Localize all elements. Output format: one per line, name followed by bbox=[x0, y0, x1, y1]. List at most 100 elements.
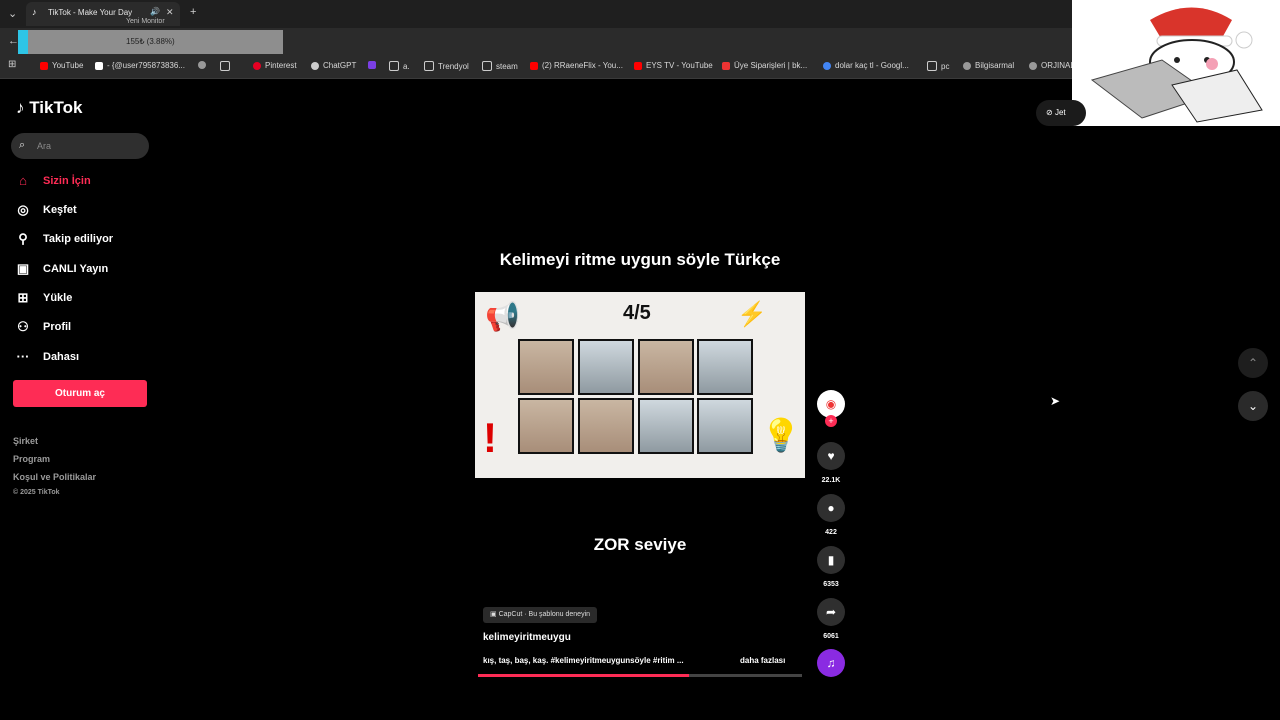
comment-icon: ● bbox=[827, 501, 835, 515]
show-more-link[interactable]: daha fazlası bbox=[740, 656, 785, 665]
tab-title: TikTok - Make Your Day bbox=[48, 8, 133, 17]
tab-list-icon[interactable]: ⌄ bbox=[8, 7, 17, 20]
tiktok-logo-icon: ♪ bbox=[16, 98, 25, 117]
mouse-cursor-icon: ➤ bbox=[1050, 394, 1061, 408]
bookmark-folder-trendyol[interactable]: Trendyol bbox=[424, 61, 469, 71]
footer-company[interactable]: Şirket bbox=[13, 436, 38, 446]
capcut-icon: ▣ bbox=[490, 611, 497, 618]
tab-subtitle: Yeni Monitor bbox=[126, 18, 165, 25]
search-icon: ⌕ bbox=[19, 139, 26, 151]
footer-program[interactable]: Program bbox=[13, 454, 50, 464]
bookmark-folder-a[interactable]: a. bbox=[389, 61, 410, 71]
more-dots-icon: ··· bbox=[16, 349, 30, 364]
jet-button[interactable]: ⊘ Jet bbox=[1036, 100, 1086, 126]
bookmark-tiktok-user[interactable]: - {@user795873836... bbox=[95, 61, 185, 70]
price-overlay-fill bbox=[18, 30, 28, 54]
video-author[interactable]: kelimeyiritmeuygu bbox=[483, 632, 571, 643]
bookmark-icon: ▮ bbox=[827, 553, 835, 567]
bookmark-chatgpt[interactable]: ChatGPT bbox=[311, 61, 356, 70]
capcut-template-button[interactable]: ▣ CapCut · Bu şablonu deneyin bbox=[483, 607, 598, 623]
music-disc[interactable]: ♫ bbox=[817, 649, 845, 677]
bookmark-pinterest[interactable]: Pinterest bbox=[253, 61, 297, 70]
bookmark-folder-steam[interactable]: steam bbox=[482, 61, 518, 71]
like-button[interactable]: ♥ bbox=[817, 442, 845, 470]
jet-icon: ⊘ bbox=[1046, 108, 1053, 117]
cat-sticker-overlay bbox=[1072, 0, 1280, 126]
follow-plus-icon[interactable]: + bbox=[825, 415, 837, 427]
picture-cell-bas bbox=[518, 339, 574, 395]
picture-cell-bas bbox=[518, 398, 574, 454]
bookmark-orjinal[interactable]: ORJINAL bbox=[1029, 61, 1075, 70]
music-note-icon: ♫ bbox=[826, 656, 836, 670]
save-button[interactable]: ▮ bbox=[817, 546, 845, 574]
share-button[interactable]: ➦ bbox=[817, 598, 845, 626]
heart-icon: ♥ bbox=[827, 449, 835, 463]
nav-upload[interactable]: ⊞ Yükle bbox=[14, 290, 73, 306]
picture-cell-kis bbox=[638, 398, 694, 454]
exclamation-icon: ! bbox=[483, 414, 497, 461]
browser-tab[interactable]: ♪ TikTok - Make Your Day Yeni Monitor 🔊 … bbox=[26, 2, 180, 26]
picture-cell-bas bbox=[578, 398, 634, 454]
lightbulb-icon: 💡 bbox=[761, 417, 801, 453]
footer-copyright: © 2025 TikTok bbox=[13, 489, 60, 496]
video-frame[interactable]: 📢 4/5 ⚡ ! 💡 bbox=[475, 292, 805, 478]
profile-icon: ⚇ bbox=[17, 319, 29, 334]
search-placeholder: Ara bbox=[37, 141, 52, 151]
nav-live[interactable]: ▣ CANLI Yayın bbox=[14, 261, 108, 277]
bookmark-globe[interactable] bbox=[198, 61, 206, 69]
comment-button[interactable]: ● bbox=[817, 494, 845, 522]
nav-for-you[interactable]: ⌂ Sizin İçin bbox=[14, 173, 91, 188]
megaphone-icon: 📢 bbox=[485, 301, 520, 332]
like-count: 22.1K bbox=[821, 477, 841, 484]
save-count: 6353 bbox=[823, 581, 839, 588]
apps-grid-icon[interactable]: ⊞ bbox=[8, 59, 16, 70]
search-input[interactable]: ⌕ Ara bbox=[11, 133, 149, 159]
home-icon: ⌂ bbox=[19, 173, 27, 188]
video-description: kış, taş, baş, kaş. #kelimeyiritmeuyguns… bbox=[483, 656, 684, 665]
santa-cat-icon bbox=[1090, 7, 1263, 123]
bookmark-eys-tv[interactable]: EYS TV - YouTube bbox=[634, 61, 713, 70]
previous-video-button[interactable]: ⌃ bbox=[1238, 348, 1268, 378]
next-video-button[interactable]: ⌄ bbox=[1238, 391, 1268, 421]
bookmark-google-dolar[interactable]: dolar kaç tl - Googl... bbox=[823, 61, 909, 70]
nav-explore[interactable]: ◎ Keşfet bbox=[14, 202, 76, 218]
chevron-down-icon: ⌄ bbox=[1247, 399, 1259, 413]
bookmark-icon[interactable] bbox=[368, 61, 376, 69]
bookmark-folder-pc[interactable]: pc bbox=[927, 61, 949, 71]
picture-cell-kis bbox=[697, 398, 753, 454]
follow-user-icon: ⚲ bbox=[18, 231, 28, 246]
speaker-icon[interactable]: 🔊 bbox=[150, 7, 160, 16]
nav-following[interactable]: ⚲ Takip ediliyor bbox=[14, 231, 113, 247]
nav-more[interactable]: ··· Dahası bbox=[14, 349, 80, 364]
share-arrow-icon: ➦ bbox=[825, 605, 837, 619]
price-overlay-text: 155₺ (3.88%) bbox=[126, 37, 175, 46]
close-tab-icon[interactable]: ✕ bbox=[166, 7, 174, 18]
picture-cell-kis bbox=[578, 339, 634, 395]
video-progress-fill bbox=[478, 674, 689, 677]
comment-count: 422 bbox=[825, 529, 837, 536]
bookmark-bilgisarmal[interactable]: Bilgisarmal bbox=[963, 61, 1014, 70]
avatar-icon: ◉ bbox=[825, 397, 837, 411]
tiktok-favicon-icon: ♪ bbox=[32, 7, 37, 17]
picture-cell-kis bbox=[697, 339, 753, 395]
chevron-up-icon: ⌃ bbox=[1247, 356, 1259, 370]
bookmark-uye-siparisleri[interactable]: Üye Siparişleri | bk... bbox=[722, 61, 807, 70]
compass-icon: ◎ bbox=[17, 202, 29, 217]
bookmark-youtube[interactable]: YouTube bbox=[40, 61, 83, 70]
bookmark-rraeneflix[interactable]: (2) RRaeneFlix - You... bbox=[530, 61, 623, 70]
new-tab-icon[interactable]: + bbox=[190, 6, 196, 18]
bookmark-folder[interactable] bbox=[220, 61, 230, 71]
difficulty-level: ZOR seviye bbox=[593, 535, 687, 554]
lightning-icon: ⚡ bbox=[737, 301, 767, 328]
live-tv-icon: ▣ bbox=[16, 261, 30, 276]
footer-terms[interactable]: Koşul ve Politikalar bbox=[13, 472, 96, 482]
round-counter: 4/5 bbox=[623, 302, 651, 324]
upload-plus-icon: ⊞ bbox=[17, 290, 29, 305]
creator-avatar[interactable]: ◉ bbox=[817, 390, 845, 418]
tiktok-logo[interactable]: ♪ TikTok bbox=[16, 98, 82, 118]
login-button[interactable]: Oturum aç bbox=[13, 380, 147, 407]
nav-profile[interactable]: ⚇ Profil bbox=[14, 319, 71, 335]
share-count: 6061 bbox=[823, 633, 839, 640]
picture-cell-bas bbox=[638, 339, 694, 395]
video-title: Kelimeyi ritme uygun söyle Türkçe bbox=[499, 250, 781, 269]
